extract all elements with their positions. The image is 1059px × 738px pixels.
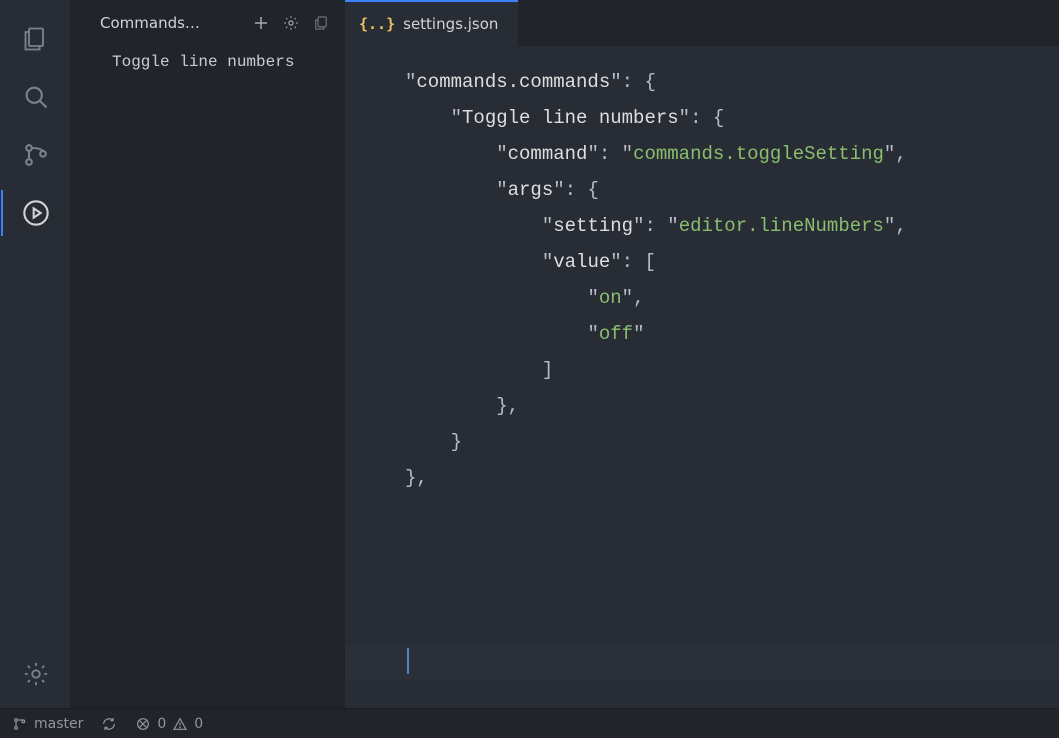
explorer-icon[interactable] — [1, 10, 71, 68]
command-item-label: Toggle line numbers — [112, 53, 294, 71]
text-cursor — [407, 648, 409, 674]
git-branch-status[interactable]: master — [12, 716, 83, 732]
error-count: 0 — [157, 716, 166, 732]
run-icon[interactable] — [1, 184, 71, 242]
copy-icon[interactable] — [309, 11, 333, 35]
branch-name: master — [34, 716, 83, 732]
tab-filename: settings.json — [403, 15, 498, 33]
commands-panel: Commands… Toggle line numbers — [70, 0, 345, 708]
editor-area: {..} settings.json "commands.commands": … — [345, 0, 1059, 708]
command-item[interactable]: Toggle line numbers — [70, 46, 345, 78]
add-icon[interactable] — [249, 11, 273, 35]
problems-status[interactable]: 0 0 — [135, 716, 203, 732]
warning-count: 0 — [194, 716, 203, 732]
tab-settings-json[interactable]: {..} settings.json — [345, 0, 518, 46]
editor-body[interactable]: "commands.commands": { "Toggle line numb… — [345, 46, 1059, 644]
tab-bar: {..} settings.json — [345, 0, 1059, 46]
gear-icon[interactable] — [279, 11, 303, 35]
settings-gear-icon[interactable] — [1, 650, 71, 708]
editor-current-line[interactable] — [345, 644, 1059, 680]
sync-status[interactable] — [101, 716, 117, 732]
json-file-icon: {..} — [359, 15, 395, 33]
search-icon[interactable] — [1, 68, 71, 126]
status-bar: master 0 0 — [0, 708, 1059, 738]
panel-title: Commands… — [100, 14, 243, 32]
source-control-icon[interactable] — [1, 126, 71, 184]
panel-header: Commands… — [70, 0, 345, 46]
activity-bar — [0, 0, 70, 708]
